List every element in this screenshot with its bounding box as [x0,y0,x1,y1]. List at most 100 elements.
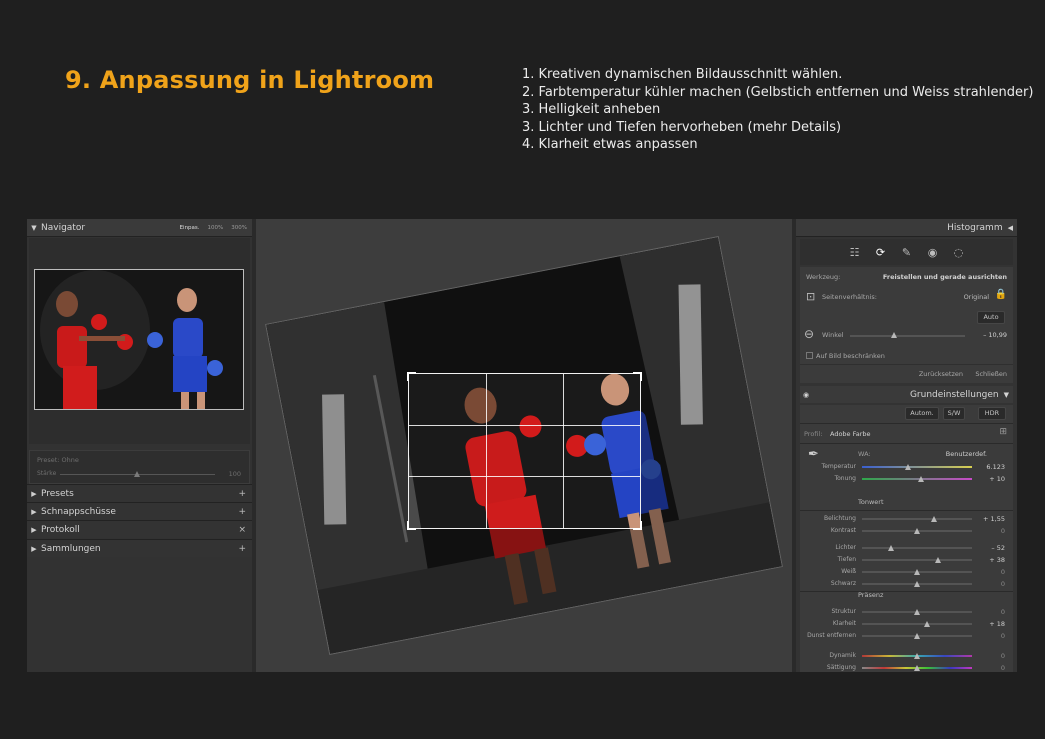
steps-list: 1. Kreativen dynamischen Bildausschnitt … [522,66,1033,154]
wb-label: WA: [858,450,871,458]
presence-group-label: Präsenz [858,591,884,599]
masking-icon[interactable]: ◌ [952,246,966,259]
eye-icon[interactable]: ◉ [803,391,809,399]
slider-knob[interactable] [914,569,920,575]
collapse-triangle-icon[interactable]: ◀ [1008,224,1013,232]
slider-knob[interactable] [914,633,920,639]
angle-slider-track[interactable] [850,335,965,337]
expand-triangle-icon[interactable]: ▶ [27,490,41,498]
crop-handle-bottom-right[interactable] [633,521,642,530]
aspect-ratio-select[interactable]: Original [964,293,989,301]
navigator-header[interactable]: ▼ Navigator Einpas. 100% 300% [27,219,252,237]
crop-handle-top-right[interactable] [633,372,642,381]
slider-knob[interactable] [923,621,930,627]
slider-value: 0 [1000,632,1005,640]
lightroom-window: ▼ Navigator Einpas. 100% 300% Preset: Oh… [27,219,1017,672]
slider-knob[interactable] [930,516,937,522]
collapse-triangle-icon[interactable]: ▼ [27,224,41,232]
slider-knob[interactable] [914,528,920,534]
slider-value: 0 [1000,652,1005,660]
hdr-button[interactable]: HDR [978,407,1006,420]
crop-handle-top-left[interactable] [407,372,416,381]
red-eye-icon[interactable]: ◉ [926,246,940,259]
slider-value: 0 [1000,664,1005,672]
wb-select[interactable]: Benutzerdef. [946,450,987,458]
expand-triangle-icon[interactable]: ▶ [27,545,41,553]
angle-value: – 10,99 [983,331,1007,339]
slider-value: + 38 [989,556,1005,564]
healing-brush-icon[interactable]: ✎ [900,246,914,259]
bw-button[interactable]: S/W [943,407,965,420]
constrain-checkbox[interactable] [806,352,813,359]
crop-handle-bottom-left[interactable] [407,521,416,530]
section-label: Protokoll [41,524,80,535]
add-icon[interactable]: + [238,544,252,554]
navigator-thumbnail[interactable] [34,269,244,410]
slider-label: Dynamik [829,652,856,659]
expand-triangle-icon[interactable]: ▶ [27,508,41,516]
profile-select[interactable]: Adobe Farbe [830,430,871,438]
reset-button[interactable]: Zurücksetzen [919,370,963,378]
slider-knob[interactable] [918,476,925,482]
step-item: 2. Farbtemperatur kühler machen (Gelbsti… [522,84,1034,100]
section-snapshots[interactable]: ▶ Schnappschüsse + [27,502,252,520]
section-presets[interactable]: ▶ Presets + [27,484,252,502]
add-icon[interactable]: + [238,507,252,517]
slider-knob[interactable] [914,581,920,587]
basic-panel: Autom. S/W HDR Profil: Adobe Farbe ⊞ ✒ W… [800,405,1013,672]
slider-value: 0 [1000,568,1005,576]
auto-straighten-button[interactable]: Auto [977,311,1005,324]
left-panel: ▼ Navigator Einpas. 100% 300% Preset: Oh… [27,219,252,672]
navigator-zoom-options: Einpas. 100% 300% [180,225,252,231]
section-collections[interactable]: ▶ Sammlungen + [27,539,252,557]
clear-icon[interactable]: × [238,525,252,535]
slider-knob[interactable] [914,653,920,659]
navigator-area [29,238,250,444]
slider-label: Weiß [841,568,856,575]
slider-track[interactable] [862,623,972,625]
collapse-triangle-icon[interactable]: ▼ [1004,391,1009,399]
slider-track[interactable] [862,466,972,468]
level-tool-icon[interactable]: ⊖ [804,327,814,341]
slider-knob[interactable] [934,557,941,563]
step-item: 3. Lichter und Tiefen hervorheben (mehr … [522,119,842,135]
constrain-label: Auf Bild beschränken [816,352,885,360]
page-title: 9. Anpassung in Lightroom [65,66,435,94]
basic-panel-header[interactable]: ◉ Grundeinstellungen ▼ [800,386,1013,403]
close-button[interactable]: Schließen [975,370,1007,378]
crop-ratio-icon[interactable]: ⊡ [806,290,815,303]
auto-tone-button[interactable]: Autom. [905,407,939,420]
step-item: 1. Kreativen dynamischen Bildausschnitt … [522,67,843,82]
preset-amount-value: 100 [228,470,241,478]
slider-track[interactable] [862,478,972,480]
slider-track[interactable] [862,518,972,520]
basic-panel-label: Grundeinstellungen [909,389,999,400]
slider-track[interactable] [862,559,972,561]
slider-knob[interactable] [887,545,894,551]
zoom-fit-option[interactable]: Einpas. [180,225,200,231]
slider-knob[interactable] [914,665,920,671]
crop-tool-icon[interactable]: ⟳ [874,246,888,259]
profile-browser-icon[interactable]: ⊞ [999,427,1007,437]
slider-knob[interactable] [914,609,920,615]
sliders-icon[interactable]: ☷ [848,246,862,259]
angle-slider-knob[interactable] [890,332,897,338]
zoom-100-option[interactable]: 100% [208,225,224,231]
section-history[interactable]: ▶ Protokoll × [27,520,252,538]
slider-value: + 18 [989,620,1005,628]
image-canvas[interactable] [256,219,792,672]
tool-name: Freistellen und gerade ausrichten [882,273,1007,281]
add-icon[interactable]: + [238,489,252,499]
lock-icon[interactable]: 🔒 [995,289,1007,300]
eyedropper-icon[interactable]: ✒ [808,447,819,462]
crop-frame[interactable] [407,372,642,530]
preset-amount-label: Stärke [37,470,57,477]
slider-knob[interactable] [905,464,912,470]
divider [800,510,1013,511]
zoom-300-option[interactable]: 300% [231,225,247,231]
preset-amount-knob[interactable] [134,471,140,477]
step-item: 4. Klarheit etwas anpassen [522,137,698,152]
slider-track[interactable] [862,547,972,549]
expand-triangle-icon[interactable]: ▶ [27,526,41,534]
histogram-header[interactable]: Histogramm ◀ [796,219,1017,237]
